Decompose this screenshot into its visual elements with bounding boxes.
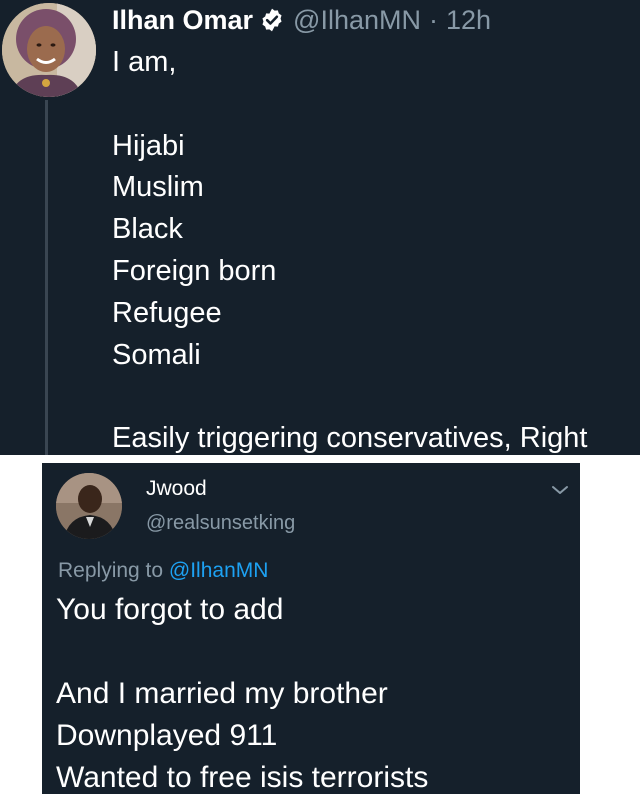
chevron-down-icon[interactable] <box>550 483 570 497</box>
user-avatar-photo-icon <box>2 3 96 97</box>
display-name[interactable]: Jwood <box>146 477 207 501</box>
avatar[interactable] <box>2 3 96 97</box>
tweet-text-line: Black <box>112 213 183 246</box>
tweet-text-line: Refugee <box>112 296 222 329</box>
tweet-text-line <box>56 631 576 673</box>
user-handle[interactable]: @IlhanMN <box>293 5 421 36</box>
tweet-text-line: Easily triggering conservatives, Right <box>112 422 588 455</box>
tweet-text-line: Wanted to free isis terrorists <box>56 761 429 794</box>
tweet-text: I am, Hijabi Muslim Black Foreign born R… <box>112 42 640 455</box>
user-avatar-photo-icon <box>56 473 122 539</box>
display-name[interactable]: Ilhan Omar <box>112 5 253 36</box>
tweet-text-line: You forgot to add <box>56 593 284 626</box>
user-handle[interactable]: @realsunsetking <box>146 512 295 535</box>
tweet-text-line <box>112 84 640 126</box>
tweet-text-line: And I married my brother <box>56 677 388 710</box>
separator-dot: · <box>429 4 438 35</box>
verified-badge-icon <box>259 7 285 33</box>
tweet-text-line: Somali <box>112 338 201 371</box>
replying-to-label: Replying to <box>58 559 164 582</box>
main-tweet: Ilhan Omar @IlhanMN · 12h I am, Hijabi M… <box>0 0 640 455</box>
thread-connector-line <box>45 100 48 455</box>
avatar[interactable] <box>56 473 122 539</box>
tweet-text-line: Hijabi <box>112 129 185 162</box>
tweet-text-line: I am, <box>112 46 177 78</box>
tweet-text-line: Foreign born <box>112 254 277 287</box>
reply-tweet: Jwood @realsunsetking Replying to @Ilhan… <box>42 463 580 794</box>
tweet-text-line <box>112 376 640 418</box>
replying-to-mention-link[interactable]: @IlhanMN <box>169 559 269 582</box>
tweet-text-line: Downplayed 911 <box>56 719 278 752</box>
tweet-text-line: Muslim <box>112 171 204 204</box>
tweet-text: You forgot to add And I married my broth… <box>56 589 576 794</box>
timestamp[interactable]: 12h <box>446 5 491 36</box>
replying-to: Replying to @IlhanMN <box>58 559 268 583</box>
tweet-header: Ilhan Omar @IlhanMN · 12h <box>112 2 491 38</box>
